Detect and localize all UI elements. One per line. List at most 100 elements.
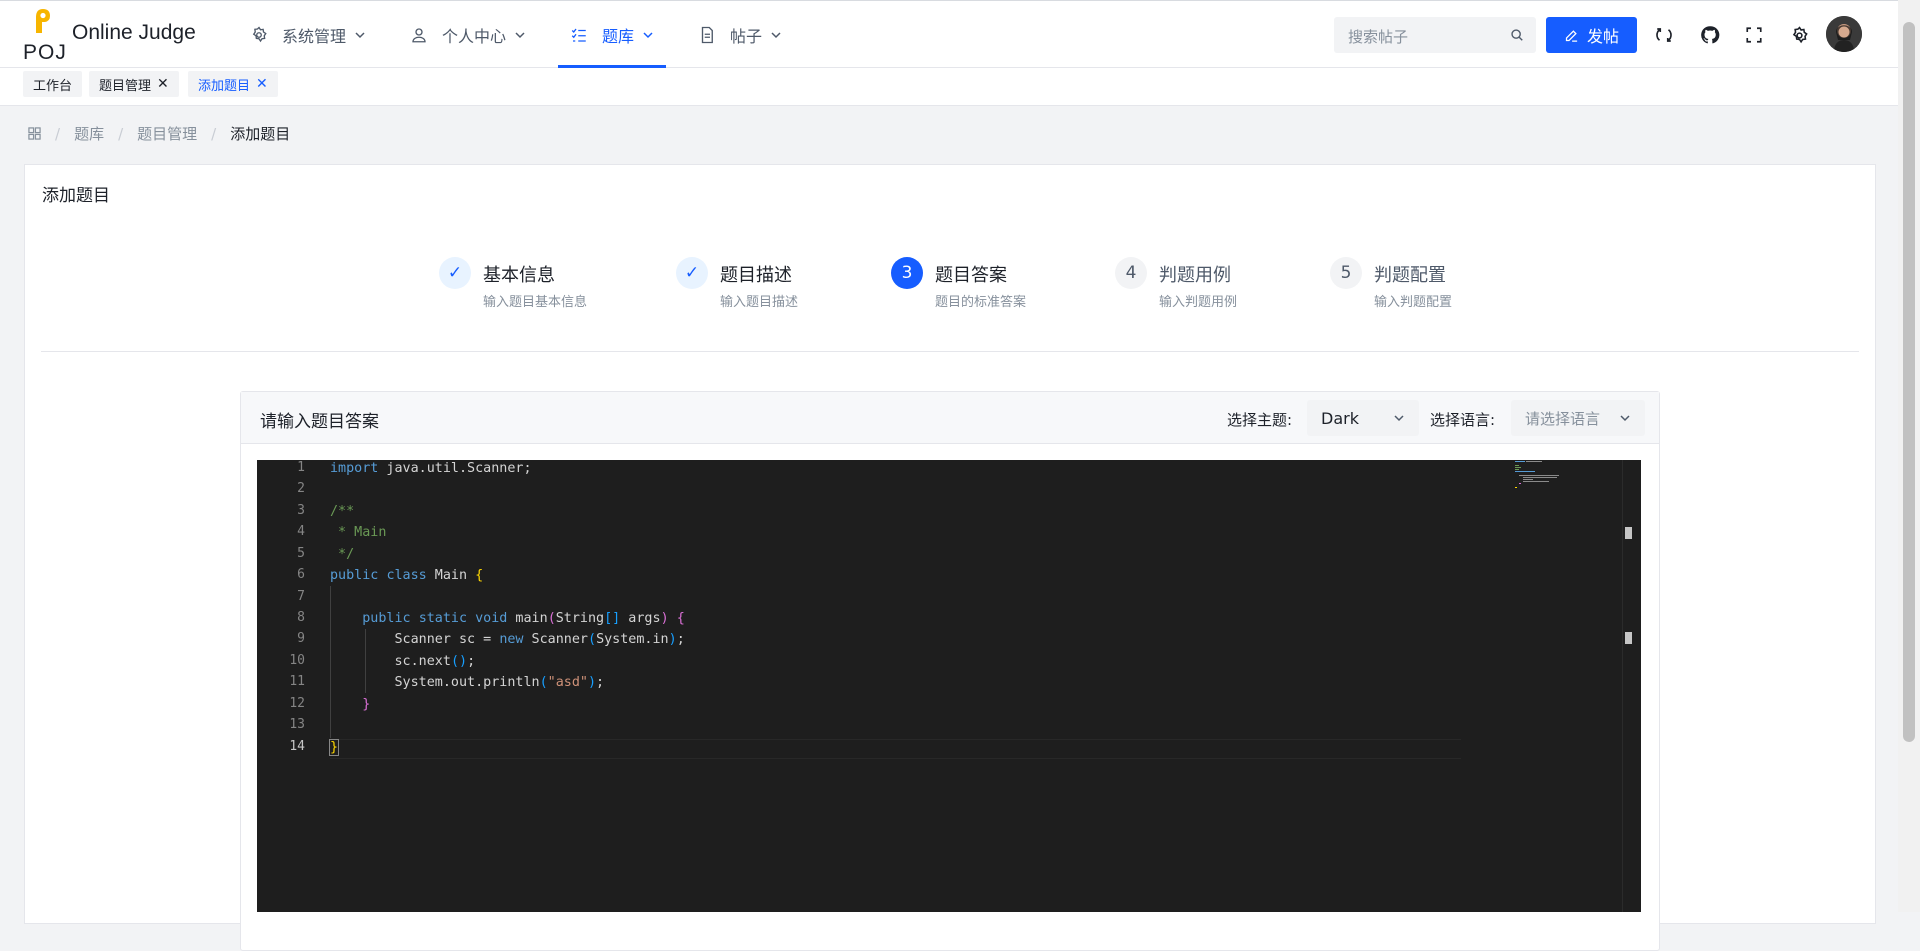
check-icon: ✓ [439,257,471,289]
nav-item-system[interactable]: 系统管理 [238,1,378,68]
code-line: Scanner sc = new Scanner(System.in); [330,632,685,647]
edit-icon [1565,29,1578,42]
user-icon [412,27,426,42]
nav-item-problems[interactable]: 题库 [558,1,667,68]
nav-item-label: 系统管理 [282,26,347,46]
settings-icon[interactable] [1787,23,1811,47]
line-number-gutter: 1 2 3 4 5 6 7 8 9 10 11 12 13 14 [257,460,305,912]
tab-label: 添加题目 [198,78,251,94]
github-icon[interactable] [1698,23,1722,47]
code-line: System.out.println("asd"); [330,675,605,690]
breadcrumb-separator: / [55,124,61,143]
code-line: import java.util.Scanner; [330,461,532,476]
tab-workbench[interactable]: 工作台 [23,71,83,97]
line-number: 1 [297,460,305,475]
brand-name: Online Judge [72,21,196,44]
line-number: 13 [289,717,305,732]
nav-item-posts[interactable]: 帖子 [686,1,794,68]
language-placeholder: 请选择语言 [1525,409,1601,428]
code-line: /** [330,504,355,519]
language-select[interactable]: 请选择语言 [1511,400,1645,436]
line-number: 14 [289,739,305,754]
search-icon[interactable] [1510,28,1524,42]
theme-select[interactable]: Dark [1307,400,1419,436]
tab-problem-manage[interactable]: 题目管理 ✕ [89,71,179,97]
logo-text: POJ [23,41,67,64]
tab-add-problem[interactable]: 添加题目 ✕ [188,71,278,97]
document-icon [701,26,713,43]
line-number: 7 [297,589,305,604]
step-number: 3 [891,257,923,289]
step-title: 题目描述 [720,265,792,286]
logo-mark-icon [36,9,50,33]
step-title: 判题配置 [1374,265,1446,286]
breadcrumb-item[interactable]: 题库 [74,123,104,144]
search-placeholder: 搜索帖子 [1348,28,1409,46]
theme-value: Dark [1321,408,1359,428]
search-input[interactable]: 搜索帖子 [1334,17,1536,53]
code-line: */ [330,547,355,562]
chevron-down-icon [515,31,525,38]
logo[interactable]: POJ [22,7,67,64]
nav-item-label: 题库 [602,26,635,46]
step-number: 5 [1330,257,1362,289]
scrollbar-thumb[interactable] [1903,22,1915,742]
chevron-down-icon [355,31,365,38]
breadcrumb: / 题库 / 题目管理 / 添加题目 [28,123,290,144]
tab-label: 题目管理 [99,78,152,94]
line-number: 6 [297,567,305,582]
step-number: 4 [1115,257,1147,289]
breadcrumb-item[interactable]: 题目管理 [137,123,197,144]
chevron-down-icon [1394,415,1404,422]
line-number: 12 [289,696,305,711]
post-button[interactable]: 发帖 [1546,17,1637,53]
step-title: 判题用例 [1159,265,1231,286]
theme-label: 选择主题: [1227,411,1293,429]
apps-icon[interactable] [28,127,41,140]
step-title: 题目答案 [935,265,1007,286]
page-scrollbar[interactable] [1898,0,1920,912]
checklist-icon [571,28,586,42]
panel-title: 请输入题目答案 [260,412,379,432]
fullscreen-icon[interactable] [1742,23,1766,47]
line-number: 5 [297,546,305,561]
code-content[interactable]: import java.util.Scanner; /** * Main */ … [328,460,1460,912]
line-number: 2 [297,481,305,496]
line-number: 11 [289,674,305,689]
breadcrumb-current: 添加题目 [230,125,291,143]
line-number: 4 [297,524,305,539]
divider [41,351,1859,352]
tab-bar: 工作台 题目管理 ✕ 添加题目 ✕ [0,68,1898,106]
code-line: public class Main { [330,568,484,583]
check-icon: ✓ [676,257,708,289]
close-icon[interactable]: ✕ [256,77,268,91]
step-desc: 输入题目描述 [720,295,799,310]
chevron-down-icon [1620,415,1630,422]
panel-header: 请输入题目答案 选择主题: Dark 选择语言: 请选择语言 [241,392,1659,444]
step-title: 基本信息 [483,265,555,286]
step-desc: 题目的标准答案 [935,295,1027,310]
line-number: 8 [297,610,305,625]
top-header: POJ Online Judge 系统管理 个人中心 题库 帖子 搜索帖子 发帖 [0,0,1898,68]
code-line: public static void main(String[] args) { [362,611,685,626]
avatar[interactable] [1826,16,1862,52]
step-desc: 输入判题用例 [1159,295,1238,310]
code-line: sc.next(); [330,654,476,669]
nav-item-profile[interactable]: 个人中心 [398,1,538,68]
step-desc: 输入题目基本信息 [483,295,588,310]
page-title: 添加题目 [42,186,110,206]
chevron-down-icon [771,31,781,38]
main-nav: 系统管理 个人中心 题库 帖子 [238,1,814,68]
code-line: } [362,697,371,712]
nav-item-label: 帖子 [730,26,763,46]
minimap[interactable] [1513,460,1587,912]
line-number: 9 [297,631,305,646]
code-editor[interactable]: 1 2 3 4 5 6 7 8 9 10 11 12 13 14 import … [257,460,1641,912]
line-number: 3 [297,503,305,518]
language-label: 选择语言: [1430,411,1496,429]
close-icon[interactable]: ✕ [157,77,169,91]
post-button-label: 发帖 [1586,27,1619,46]
code-line: * Main [330,525,387,540]
refresh-icon[interactable] [1652,23,1676,47]
line-number: 10 [289,653,305,668]
